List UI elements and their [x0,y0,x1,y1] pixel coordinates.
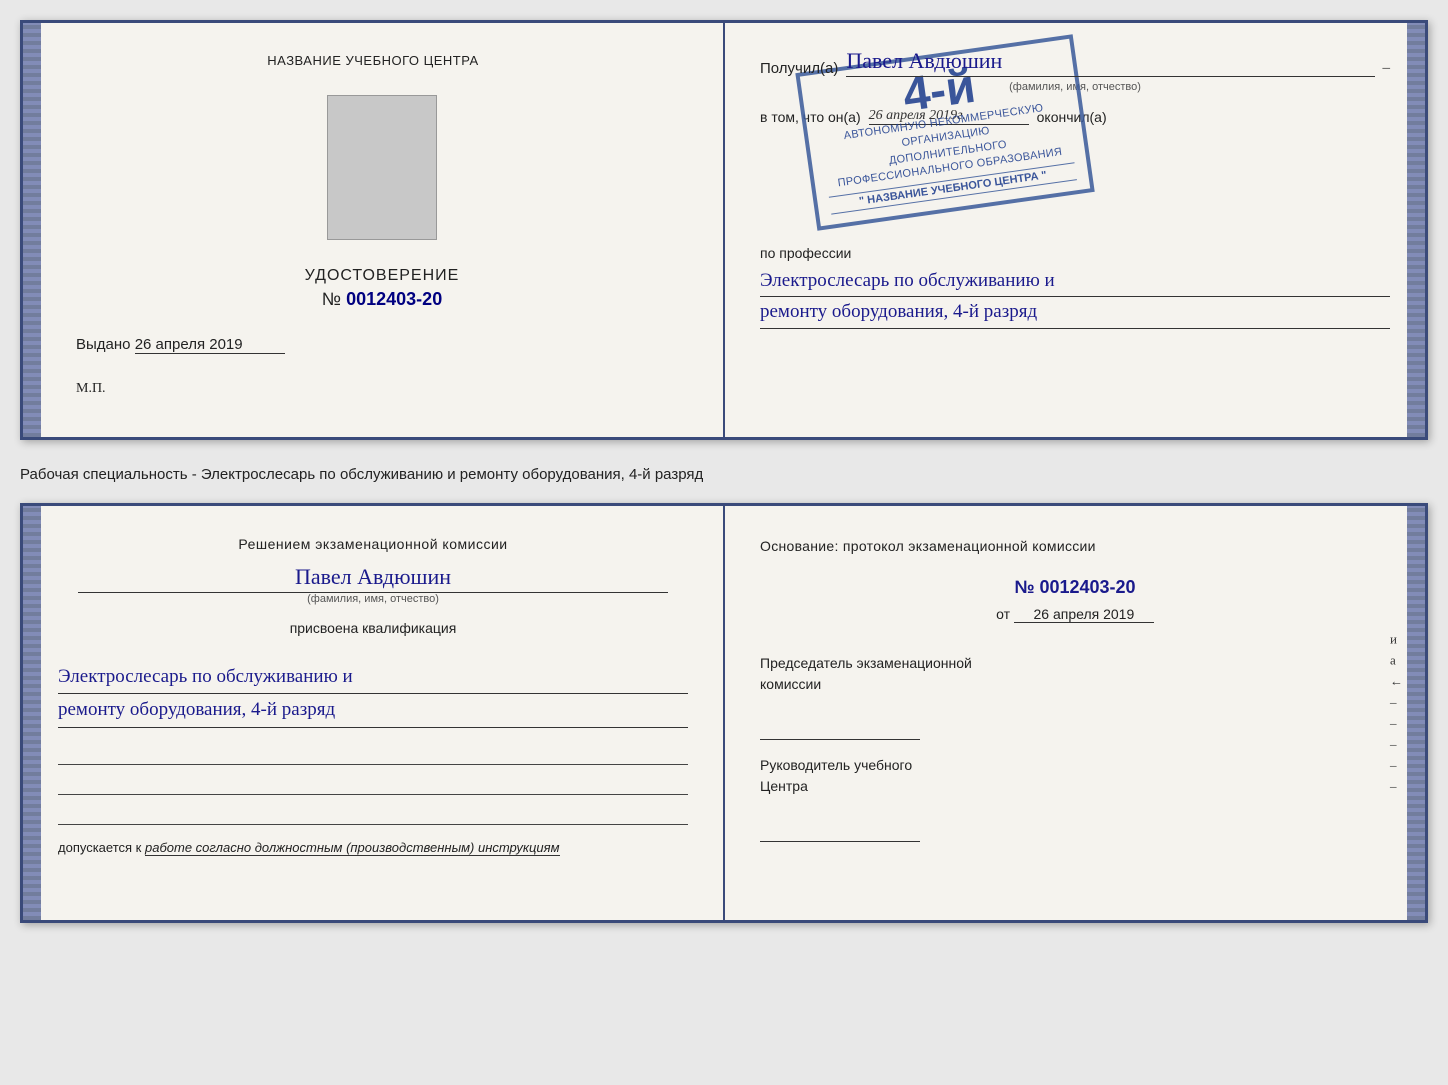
bottom-right-panel: Основание: протокол экзаменационной коми… [725,506,1425,920]
blank-line-1 [58,743,688,765]
issued-date: 26 апреля 2019 [135,336,285,354]
recipient-name: Павел Авдюшин [846,48,1374,77]
spine-left [23,23,41,437]
osnov-label: Основание: протокол экзаменационной коми… [760,536,1390,557]
stamp-line2: ДОПОЛНИТЕЛЬНОГО ПРОФЕССИОНАЛЬНОГО ОБРАЗО… [824,128,1074,193]
cert-issued: Выдано 26 апреля 2019 [76,336,285,354]
director-section: Руководитель учебного Центра [760,755,1390,842]
blank-line-3 [58,803,688,825]
profession-line1: Электрослесарь по обслуживанию и [760,266,1390,297]
qual-line1: Электрослесарь по обслуживанию и [58,661,688,694]
profession-section-top: по профессии Электрослесарь по обслужива… [760,245,1390,329]
recipient-dash: – [1383,60,1391,77]
ot-date: 26 апреля 2019 [1014,606,1154,623]
director-role-line2: Центра [760,778,808,794]
fio-small-bottom: (фамилия, имя, отчество) [58,593,688,605]
spine-right-bottom [1407,506,1425,920]
stamp-name: " НАЗВАНИЕ УЧЕБНОГО ЦЕНТРА " [829,162,1077,214]
edge-letter-arrow: ← [1390,674,1403,690]
spine-left-bottom [23,506,41,920]
top-document: НАЗВАНИЕ УЧЕБНОГО ЦЕНТРА УДОСТОВЕРЕНИЕ №… [20,20,1428,440]
chairman-role: Председатель экзаменационной комиссии [760,653,1390,695]
chairman-sig-line [760,720,920,740]
recipient-label: Получил(а) [760,60,838,77]
edge-dash-3: – [1390,737,1403,753]
blank-line-2 [58,773,688,795]
fio-label-top: (фамилия, имя, отчество) [760,81,1390,93]
photo-placeholder [327,95,437,240]
mp-text: М.П. [76,381,106,397]
decision-title: Решением экзаменационной комиссии [58,536,688,552]
edge-letter-a: а [1390,653,1403,669]
bottom-left-panel: Решением экзаменационной комиссии Павел … [23,506,725,920]
okonchil-text: окончил(а) [1037,109,1107,125]
chairman-section: Председатель экзаменационной комиссии [760,653,1390,740]
issued-label: Выдано [76,336,131,353]
bottom-document: Решением экзаменационной комиссии Павел … [20,503,1428,923]
vtom-line: в том, что он(а) 26 апреля 2019г. окончи… [760,108,1390,125]
dopuskaetsya-text: допускается к работе согласно должностны… [58,840,688,855]
recipient-line: Получил(а) Павел Авдюшин – [760,48,1390,77]
prisvoena-label: присвоена квалификация [58,620,688,636]
po-professii-label: по профессии [760,245,1390,261]
qualification-section: Электрослесарь по обслуживанию и ремонту… [58,661,688,728]
director-role-line1: Руководитель учебного [760,757,912,773]
middle-text: Рабочая специальность - Электрослесарь п… [20,458,1428,485]
top-left-panel: НАЗВАНИЕ УЧЕБНОГО ЦЕНТРА УДОСТОВЕРЕНИЕ №… [23,23,725,437]
edge-dash-4: – [1390,758,1403,774]
dopusk-label: допускается к [58,840,141,855]
person-name-large: Павел Авдюшин [78,564,668,593]
date-value: 26 апреля 2019г. [869,108,1029,125]
qual-line2: ремонту оборудования, 4-й разряд [58,694,688,727]
ot-label: от [996,606,1010,622]
org-name-top: НАЗВАНИЕ УЧЕБНОГО ЦЕНТРА [267,53,478,68]
dopusk-value: работе согласно должностным (производств… [145,840,560,856]
cert-number-value: 0012403-20 [346,289,442,309]
edge-dash-5: – [1390,779,1403,795]
certificate-title: УДОСТОВЕРЕНИЕ № 0012403-20 [305,267,460,310]
edge-letter-i: и [1390,632,1403,648]
cert-title-text: УДОСТОВЕРЕНИЕ [305,267,460,285]
top-right-panel: 4-й АВТОНОМНУЮ НЕКОММЕРЧЕСКУЮ ОРГАНИЗАЦИ… [725,23,1425,437]
edge-dash-1: – [1390,695,1403,711]
profession-line2: ремонту оборудования, 4-й разряд [760,297,1390,328]
right-edge-letters: и а ← – – – – – [1390,632,1403,795]
cert-number-prefix: № [322,289,341,309]
blank-lines [58,743,688,825]
director-sig-line [760,822,920,842]
page-wrapper: НАЗВАНИЕ УЧЕБНОГО ЦЕНТРА УДОСТОВЕРЕНИЕ №… [20,20,1428,923]
spine-right-top [1407,23,1425,437]
edge-dash-2: – [1390,716,1403,732]
ot-line: от 26 апреля 2019 [760,606,1390,623]
protocol-number: № 0012403-20 [760,577,1390,598]
cert-number: № 0012403-20 [305,289,460,310]
director-role: Руководитель учебного Центра [760,755,1390,797]
vtom-text: в том, что он(а) [760,109,861,125]
chairman-role-line2: комиссии [760,676,821,692]
chairman-role-line1: Председатель экзаменационной [760,655,972,671]
